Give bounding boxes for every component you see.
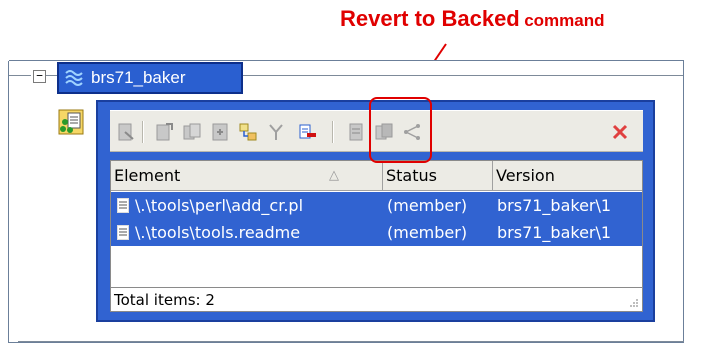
sort-ascending-icon: △ <box>329 168 339 183</box>
undo-checkout-icon[interactable] <box>210 122 230 142</box>
tree-node-brs71-baker[interactable]: brs71_baker <box>57 62 243 94</box>
column-header-element[interactable]: Element △ <box>111 161 383 191</box>
version-cell: brs71_baker\1 <box>497 223 612 242</box>
column-header-label: Status <box>386 166 437 185</box>
merge-icon[interactable] <box>266 122 286 142</box>
column-header-version[interactable]: Version <box>493 161 642 191</box>
element-path: \.\tools\perl\add_cr.pl <box>135 196 304 215</box>
tree-node-label: brs71_baker <box>91 68 186 87</box>
stream-icon <box>59 64 89 92</box>
table-row[interactable]: \.\tools\perl\add_cr.pl (member) brs71_b… <box>111 192 642 219</box>
tree-connector-line <box>9 75 31 76</box>
file-icon <box>117 225 129 240</box>
toolbar-separator <box>142 121 144 143</box>
revert-to-backed-icon[interactable] <box>298 122 318 142</box>
checkout-icon[interactable] <box>116 122 136 142</box>
element-cell: \.\tools\tools.readme <box>117 219 383 246</box>
tree-connector-line <box>240 75 683 76</box>
column-header-status[interactable]: Status <box>383 161 493 191</box>
resize-grip-icon[interactable] <box>629 298 639 308</box>
element-path: \.\tools\tools.readme <box>135 223 301 242</box>
version-cell: brs71_baker\1 <box>497 196 612 215</box>
collapse-toggle[interactable]: − <box>33 70 46 83</box>
status-cell: (member) <box>387 196 468 215</box>
close-icon[interactable] <box>610 122 630 142</box>
element-cell: \.\tools\perl\add_cr.pl <box>117 192 383 219</box>
frame-bottom-line <box>18 341 684 342</box>
add-to-source-icon[interactable] <box>154 122 174 142</box>
table-row[interactable]: \.\tools\tools.readme (member) brs71_bak… <box>111 219 642 246</box>
status-bar: Total items: 2 <box>111 287 642 311</box>
status-cell: (member) <box>387 223 468 242</box>
column-header-label: Element <box>114 166 181 185</box>
hijack-icon[interactable] <box>238 122 258 142</box>
view-icon[interactable] <box>58 109 84 135</box>
callout-highlight-box <box>369 97 432 163</box>
properties-icon[interactable] <box>346 122 366 142</box>
checkin-icon[interactable] <box>182 122 202 142</box>
tree-connector-line <box>46 75 57 76</box>
file-icon <box>117 198 129 213</box>
column-header-label: Version <box>496 166 555 185</box>
total-items-label: Total items: 2 <box>114 291 215 309</box>
toolbar-separator <box>332 121 334 143</box>
elements-table: Element △ Status Version \.\tools\perl\a… <box>110 160 643 312</box>
